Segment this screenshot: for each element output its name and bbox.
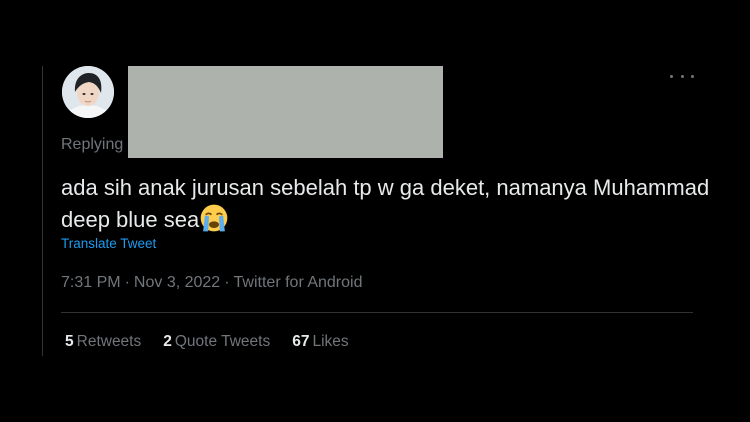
- quote-tweets-label: Quote Tweets: [174, 333, 271, 350]
- redacted-username-box: [128, 66, 443, 158]
- replying-to-label: Replying: [61, 136, 124, 153]
- loudly-crying-face-emoji: [200, 204, 228, 232]
- quote-tweets-stat[interactable]: 2 Quote Tweets: [163, 333, 270, 351]
- tweet-body: ada sih anak jurusan sebelah tp w ga dek…: [61, 175, 710, 232]
- meta-separator: ·: [124, 274, 130, 291]
- tweet-date[interactable]: Nov 3, 2022: [134, 274, 220, 291]
- likes-count: 67: [292, 333, 310, 350]
- retweets-stat[interactable]: 5 Retweets: [65, 333, 141, 351]
- likes-stat[interactable]: 67 Likes: [292, 333, 348, 351]
- engagement-stats: 5 Retweets 2 Quote Tweets 67 Likes: [65, 333, 349, 351]
- likes-label: Likes: [312, 333, 349, 350]
- more-options-icon[interactable]: [670, 68, 694, 84]
- thread-border: [42, 66, 43, 356]
- retweets-label: Retweets: [76, 333, 142, 350]
- quote-tweets-count: 2: [163, 333, 172, 350]
- meta-separator: ·: [224, 274, 230, 291]
- retweets-count: 5: [65, 333, 74, 350]
- tweet-time[interactable]: 7:31 PM: [61, 274, 121, 291]
- avatar-photo: [62, 66, 114, 118]
- translate-tweet-link[interactable]: Translate Tweet: [61, 236, 156, 251]
- tweet-metadata: 7:31 PM · Nov 3, 2022 · Twitter for Android: [61, 274, 362, 292]
- tweet-text: ada sih anak jurusan sebelah tp w ga dek…: [61, 172, 711, 235]
- stats-divider: [61, 312, 693, 313]
- tweet-source[interactable]: Twitter for Android: [234, 274, 363, 291]
- avatar[interactable]: [62, 66, 114, 118]
